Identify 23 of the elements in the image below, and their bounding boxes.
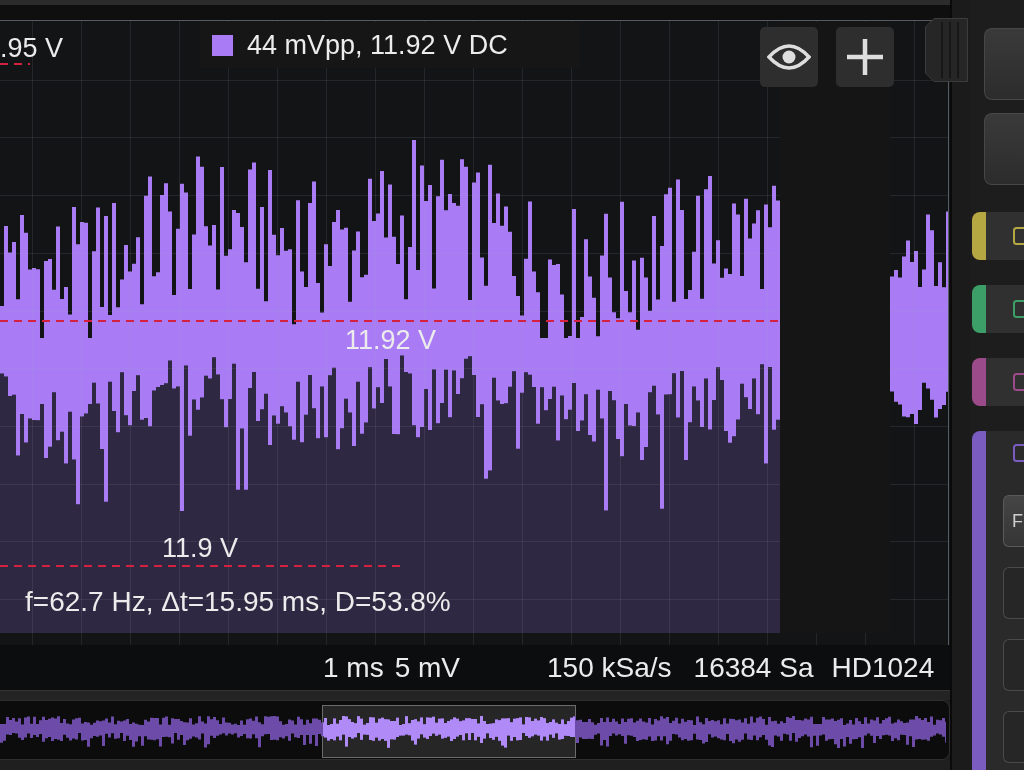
channel-option-button[interactable] <box>1003 639 1024 691</box>
cursor-label: 11.9 V <box>162 533 239 563</box>
square-outline-icon <box>1013 373 1024 391</box>
square-outline-icon <box>1013 300 1024 318</box>
sample-count-label: 16384 Sa <box>693 651 814 684</box>
legend-text: 44 mVpp, 11.92 V DC <box>247 29 508 61</box>
sample-rate-label: 150 kSa/s <box>547 651 672 684</box>
channel-option-button[interactable] <box>1003 711 1024 763</box>
channel-option-button[interactable]: F <box>1003 495 1024 547</box>
cursor-label: .95 V <box>0 33 64 63</box>
square-outline-icon <box>1013 227 1024 245</box>
cursor-label: 11.92 V <box>345 325 437 355</box>
mode-label: HD1024 <box>831 651 935 684</box>
sidebar-button[interactable] <box>984 113 1024 185</box>
scale-label: 5 mV <box>394 651 461 684</box>
timebase-label: 1 ms <box>323 651 384 684</box>
channel-option-button[interactable] <box>1003 567 1024 619</box>
channel-tab[interactable] <box>972 212 1024 260</box>
channel-tab[interactable] <box>972 358 1024 406</box>
measurement-readout: f=62.7 Hz, Δt=15.95 ms, D=53.8% <box>25 586 451 618</box>
sidebar-button[interactable] <box>984 28 1024 100</box>
channel-tab[interactable] <box>972 285 1024 333</box>
square-outline-icon <box>1013 444 1024 462</box>
